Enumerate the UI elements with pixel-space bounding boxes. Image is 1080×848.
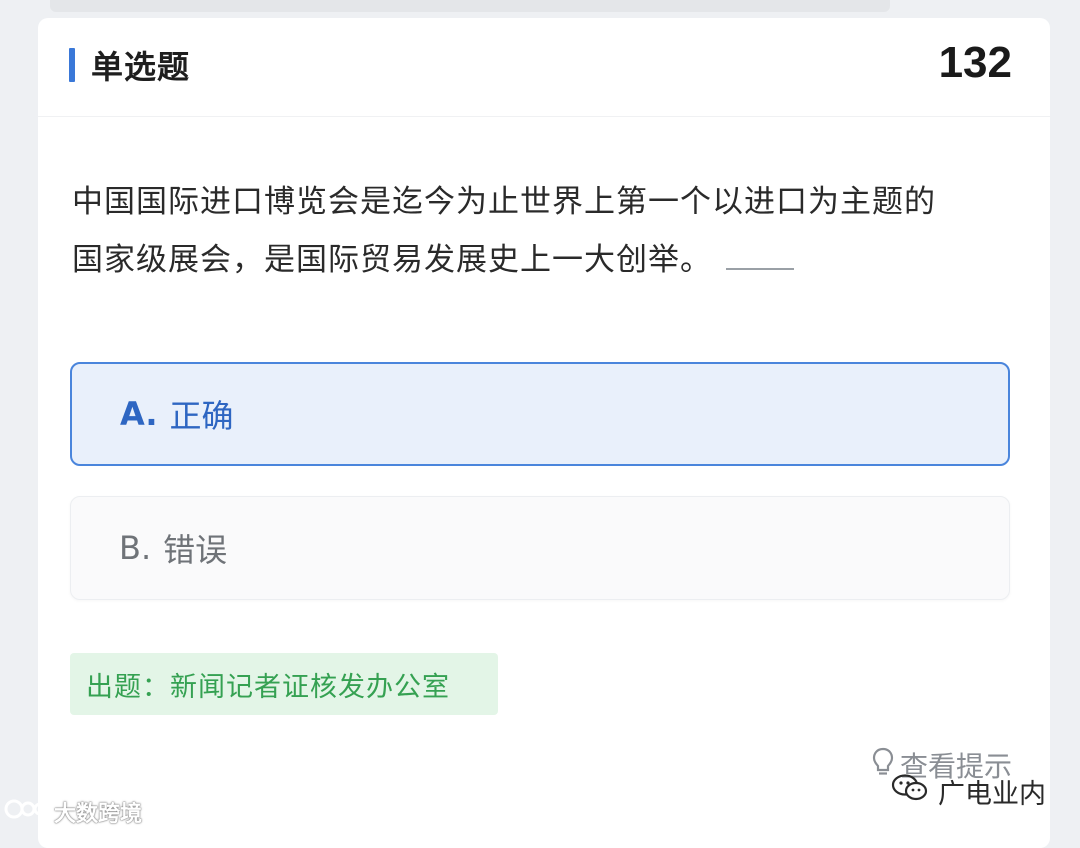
question-source-badge: 出题：新闻记者证核发办公室: [70, 653, 498, 715]
top-strip: [50, 0, 890, 12]
card-header: 单选题 132: [38, 18, 1050, 117]
option-b-text: 错误: [163, 531, 228, 569]
watermark-left-text: 大数跨境: [54, 802, 143, 827]
question-line-2-text: 国家级展会，是国际贸易发展史上一大创举。: [72, 242, 712, 278]
question-number: 132: [938, 38, 1012, 87]
question-type-title: 单选题: [91, 48, 191, 86]
question-text: 中国国际进口博览会是迄今为止世界上第一个以进口为主题的 国家级展会，是国际贸易发…: [72, 173, 1032, 289]
title-accent-bar: [69, 48, 75, 82]
option-a[interactable]: A. 正确: [70, 362, 1010, 466]
answer-blank: [726, 242, 794, 270]
watermark-right: 广电业内: [890, 772, 1046, 811]
watermark-left: 大数跨境: [4, 796, 142, 828]
option-a-letter: A.: [120, 395, 158, 433]
watermark-right-text: 广电业内: [938, 779, 1046, 810]
wechat-icon: [890, 772, 938, 811]
question-line-2: 国家级展会，是国际贸易发展史上一大创举。: [72, 231, 1032, 289]
option-a-text: 正确: [169, 397, 234, 435]
option-b-letter: B.: [119, 529, 152, 567]
brand-logo-icon: [4, 796, 54, 828]
option-b[interactable]: B. 错误: [70, 496, 1010, 600]
question-card: 单选题 132 中国国际进口博览会是迄今为止世界上第一个以进口为主题的 国家级展…: [38, 18, 1050, 848]
question-line-1: 中国国际进口博览会是迄今为止世界上第一个以进口为主题的: [72, 184, 936, 220]
